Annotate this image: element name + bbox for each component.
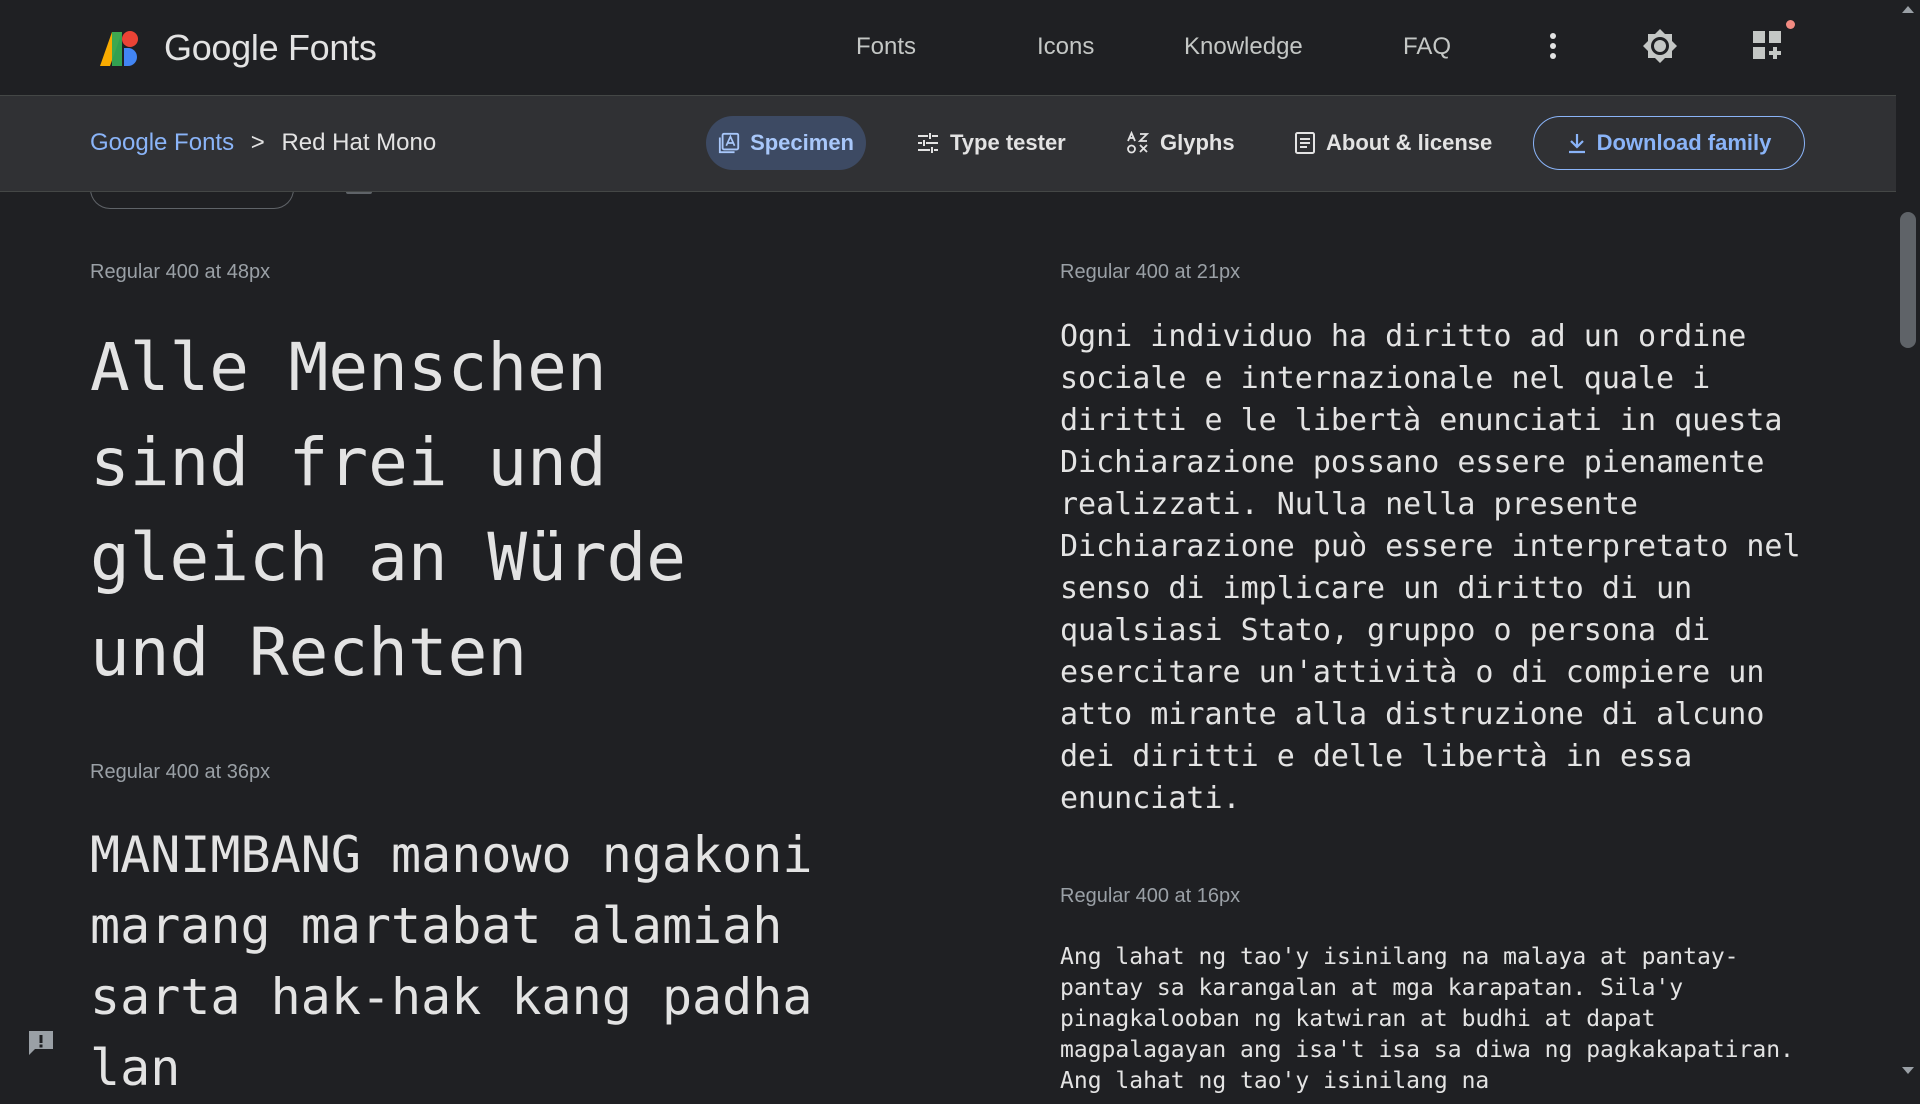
tab-label: Glyphs	[1160, 130, 1235, 155]
more-vert-icon[interactable]	[1531, 24, 1575, 68]
page-scrollbar[interactable]	[1896, 0, 1920, 1080]
breadcrumb-root-link[interactable]: Google Fonts	[90, 129, 234, 156]
specimen-text: Ang lahat ng tao'y isinilang na malaya a…	[1060, 944, 1794, 1094]
tab-type-tester[interactable]: Type tester	[904, 116, 1078, 170]
tab-specimen[interactable]: Specimen	[706, 116, 866, 170]
scroll-up-arrow-icon[interactable]	[1902, 6, 1914, 13]
tab-label: Type tester	[950, 130, 1066, 155]
tune-icon	[918, 133, 938, 153]
specimen-label: Regular 400 at 36px	[90, 761, 271, 783]
theme-toggle-icon[interactable]	[1638, 24, 1682, 68]
specimen-label: Regular 400 at 48px	[90, 261, 271, 283]
google-fonts-logo[interactable]	[96, 26, 144, 70]
specimen-text: MANIMBANG manowo ngakoni marang martabat…	[90, 826, 813, 1097]
specimen-icon	[718, 132, 740, 154]
nav-faq[interactable]: FAQ	[1403, 30, 1451, 64]
specimen-label: Regular 400 at 21px	[1060, 261, 1241, 283]
article-icon	[1295, 132, 1315, 154]
scrollbar-thumb[interactable]	[1900, 212, 1916, 348]
breadcrumb-separator: >	[250, 129, 265, 156]
breadcrumb-current: Red Hat Mono	[281, 129, 437, 156]
breadcrumb: Google Fonts > Red Hat Mono	[90, 126, 436, 160]
download-family-label: Download family	[1596, 130, 1772, 155]
download-icon	[1568, 134, 1585, 154]
specimen-label: Regular 400 at 16px	[1060, 885, 1241, 907]
scroll-down-arrow-icon[interactable]	[1902, 1067, 1914, 1074]
feedback-button[interactable]	[24, 1026, 58, 1060]
notification-dot	[1786, 20, 1795, 29]
download-family-button[interactable]: Download family	[1533, 116, 1805, 170]
specimen-text: Alle Menschen sind frei und gleich an Wü…	[90, 329, 687, 691]
top-app-bar: Google Fonts Fonts Icons Knowledge FAQ	[0, 0, 1896, 96]
nav-fonts[interactable]: Fonts	[856, 30, 916, 64]
nav-knowledge[interactable]: Knowledge	[1184, 30, 1303, 64]
apps-grid-icon[interactable]	[1746, 24, 1790, 68]
brand-name[interactable]: Google Fonts	[164, 26, 377, 70]
tab-label: About & license	[1326, 130, 1493, 155]
tab-glyphs[interactable]: Glyphs	[1114, 116, 1247, 170]
tab-label: Specimen	[750, 130, 854, 155]
tab-about-license[interactable]: About & license	[1282, 116, 1504, 170]
nav-icons[interactable]: Icons	[1037, 30, 1094, 64]
feedback-icon	[29, 1031, 53, 1055]
specimen-text: Ogni individuo ha diritto ad un ordine s…	[1060, 319, 1801, 816]
glyphs-icon	[1127, 131, 1150, 154]
